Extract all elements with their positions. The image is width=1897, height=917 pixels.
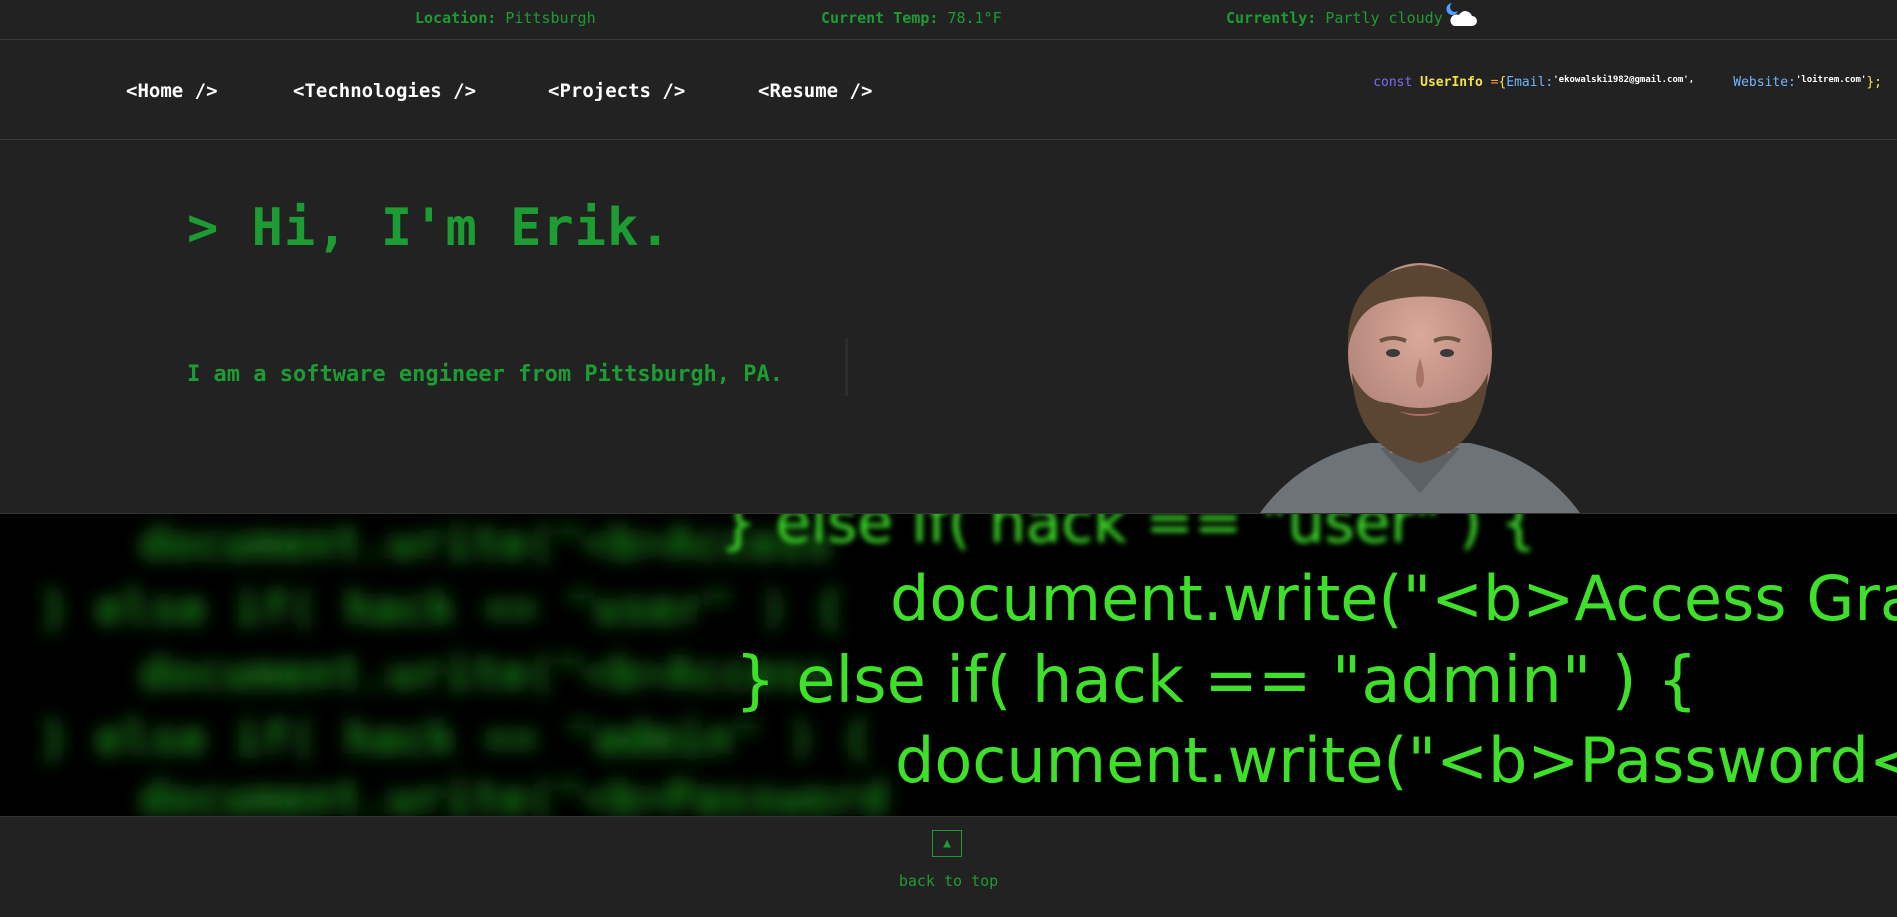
banner-line-1: } else if( hack == "user" ) { xyxy=(720,514,1537,556)
partly-cloudy-night-icon xyxy=(1446,3,1477,26)
typing-cursor xyxy=(845,338,848,396)
location-info: Location: Pittsburgh xyxy=(415,9,596,27)
nav-home-link[interactable]: <Home /> xyxy=(126,80,218,102)
userinfo-keyword: const xyxy=(1373,75,1413,90)
arrow-up-icon: ▲ xyxy=(943,836,951,851)
code-banner-art: document.write("<b>Access } else if( hac… xyxy=(40,514,1897,816)
weather-bar: Location: Pittsburgh Current Temp: 78.1°… xyxy=(0,0,1897,40)
profile-photo xyxy=(1260,263,1580,513)
code-banner-image: document.write("<b>Access } else if( hac… xyxy=(0,513,1897,817)
main-nav: <Home /> <Technologies /> <Projects /> <… xyxy=(0,40,1897,140)
svg-text:document.write("<b>Access: document.write("<b>Access xyxy=(140,646,832,700)
userinfo-website-value[interactable]: 'loitrem.com' xyxy=(1796,75,1866,85)
nav-resume-link[interactable]: <Resume /> xyxy=(758,80,872,102)
svg-text:} else if( hack == "admin" ) {: } else if( hack == "admin" ) { xyxy=(40,711,871,765)
condition-info: Currently: Partly cloudy xyxy=(1226,9,1443,27)
svg-text:} else if( hack == "user" ) {: } else if( hack == "user" ) { xyxy=(40,581,843,635)
hero-subtitle: I am a software engineer from Pittsburgh… xyxy=(187,362,784,387)
userinfo-close-brace: }; xyxy=(1866,75,1882,90)
banner-line-2: document.write("<b>Access Granted"); xyxy=(890,562,1897,635)
banner-line-3: } else if( hack == "admin" ) { xyxy=(735,644,1698,718)
banner-line-4: document.write("<b>Password</b>"); xyxy=(895,724,1897,797)
nav-projects-link[interactable]: <Projects /> xyxy=(548,80,685,102)
condition-value: Partly cloudy xyxy=(1325,9,1443,27)
back-to-top-link[interactable]: back to top xyxy=(0,872,1897,890)
hero-title: > Hi, I'm Erik. xyxy=(187,198,672,258)
nav-technologies-link[interactable]: <Technologies /> xyxy=(293,80,476,102)
svg-text:document.write("<b>Password: document.write("<b>Password xyxy=(140,771,888,816)
userinfo-email-key: Email: xyxy=(1506,75,1554,90)
location-label: Location: xyxy=(415,9,497,27)
footer: ▲ back to top xyxy=(0,816,1897,917)
user-info-snippet: const UserInfo ={Email:'ekowalski1982@gm… xyxy=(1373,75,1882,90)
location-value: Pittsburgh xyxy=(505,9,596,27)
back-to-top-button[interactable]: ▲ xyxy=(932,830,962,857)
condition-label: Currently: xyxy=(1226,9,1317,27)
userinfo-name: UserInfo xyxy=(1420,75,1483,90)
temp-value: 78.1°F xyxy=(947,9,1002,27)
userinfo-email-value[interactable]: 'ekowalski1982@gmail.com', xyxy=(1553,75,1694,85)
hero-section: > Hi, I'm Erik. I am a software engineer… xyxy=(0,140,1897,513)
userinfo-website-key: Website: xyxy=(1733,75,1796,90)
temperature-info: Current Temp: 78.1°F xyxy=(821,9,1002,27)
temp-label: Current Temp: xyxy=(821,9,939,27)
